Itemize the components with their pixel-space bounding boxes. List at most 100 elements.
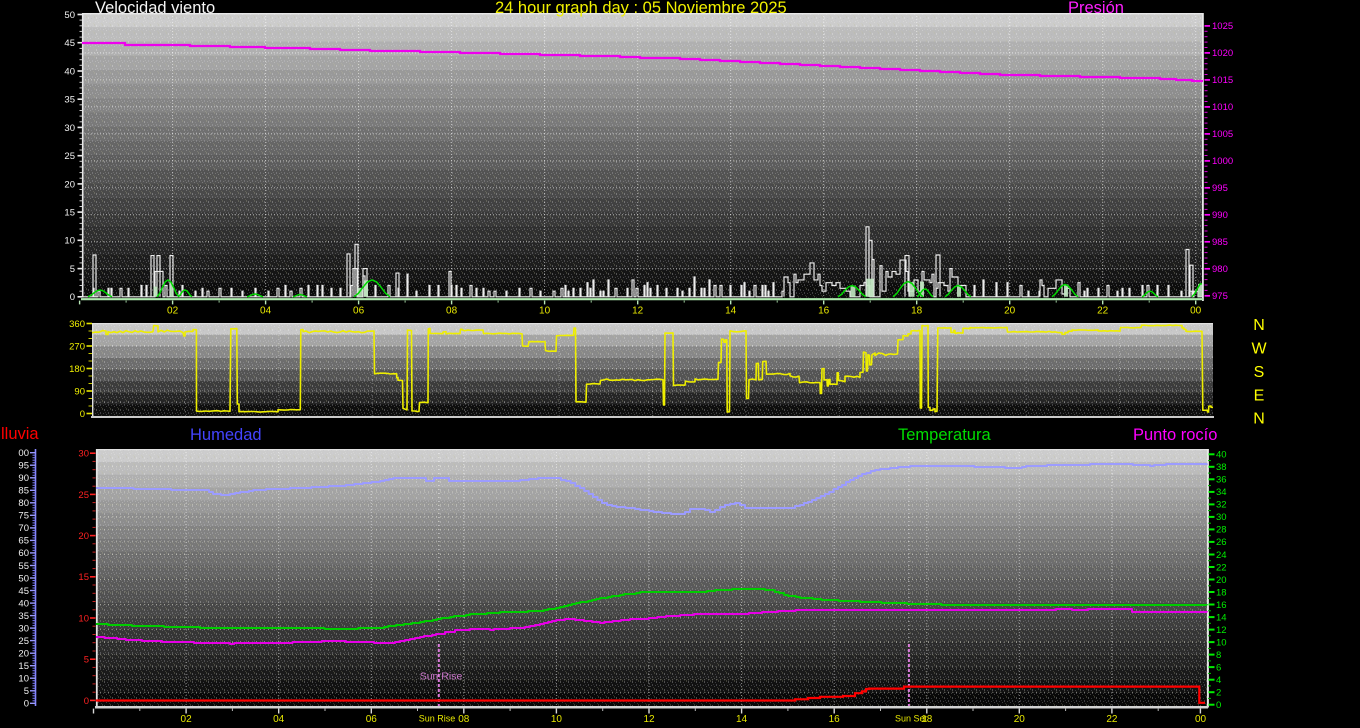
svg-text:995: 995	[1212, 183, 1228, 194]
svg-text:W: W	[1251, 341, 1267, 358]
svg-text:15: 15	[64, 208, 75, 219]
svg-text:Presión: Presión	[1068, 0, 1124, 17]
svg-text:18: 18	[1216, 587, 1227, 598]
svg-text:6: 6	[1216, 662, 1221, 673]
svg-text:20: 20	[1014, 714, 1026, 725]
svg-text:04: 04	[260, 306, 272, 317]
svg-text:45: 45	[18, 586, 29, 597]
svg-text:16: 16	[829, 714, 841, 725]
svg-text:80: 80	[18, 498, 29, 509]
svg-text:Humedad: Humedad	[190, 426, 262, 444]
svg-text:24: 24	[1216, 550, 1227, 561]
svg-text:32: 32	[1216, 500, 1227, 511]
svg-text:10: 10	[1216, 637, 1227, 648]
svg-text:12: 12	[632, 306, 644, 317]
svg-text:22: 22	[1216, 562, 1227, 573]
svg-text:26: 26	[1216, 537, 1227, 548]
svg-text:20: 20	[18, 649, 29, 660]
svg-text:06: 06	[353, 306, 365, 317]
svg-text:12: 12	[1216, 625, 1227, 636]
svg-text:1025: 1025	[1212, 21, 1233, 32]
svg-text:N: N	[1253, 411, 1265, 428]
svg-text:45: 45	[64, 38, 75, 49]
svg-text:lluvia: lluvia	[1, 425, 39, 443]
svg-text:25: 25	[64, 151, 75, 162]
svg-text:990: 990	[1212, 210, 1228, 221]
svg-text:90: 90	[18, 473, 29, 484]
svg-text:Velocidad viento: Velocidad viento	[95, 0, 215, 17]
svg-text:38: 38	[1216, 462, 1227, 473]
svg-text:02: 02	[181, 714, 193, 725]
svg-text:10: 10	[539, 306, 551, 317]
svg-text:35: 35	[18, 611, 29, 622]
svg-text:50: 50	[18, 573, 29, 584]
svg-text:270: 270	[69, 341, 85, 352]
svg-text:40: 40	[64, 66, 75, 77]
svg-text:0: 0	[70, 292, 75, 303]
svg-text:Punto rocío: Punto rocío	[1133, 426, 1217, 444]
svg-text:00: 00	[1195, 714, 1207, 725]
svg-text:22: 22	[1097, 306, 1109, 317]
svg-text:00: 00	[18, 448, 29, 459]
svg-text:4: 4	[1216, 675, 1221, 686]
svg-text:1015: 1015	[1212, 75, 1233, 86]
svg-text:0: 0	[84, 696, 89, 707]
svg-text:10: 10	[18, 674, 29, 685]
svg-text:N: N	[1253, 317, 1265, 334]
svg-text:14: 14	[736, 714, 748, 725]
svg-text:75: 75	[18, 511, 29, 522]
svg-text:22: 22	[1106, 714, 1118, 725]
svg-text:10: 10	[551, 714, 563, 725]
svg-text:E: E	[1254, 387, 1265, 404]
svg-text:S: S	[1254, 364, 1265, 381]
svg-text:20: 20	[1216, 575, 1227, 586]
svg-text:30: 30	[64, 123, 75, 134]
svg-text:25: 25	[18, 636, 29, 647]
svg-text:16: 16	[818, 306, 830, 317]
svg-text:30: 30	[78, 449, 89, 460]
svg-text:00: 00	[1190, 306, 1202, 317]
svg-text:1010: 1010	[1212, 102, 1233, 113]
svg-text:360: 360	[69, 319, 85, 330]
svg-text:30: 30	[18, 623, 29, 634]
svg-text:90: 90	[74, 386, 85, 397]
svg-text:10: 10	[78, 613, 89, 624]
svg-text:20: 20	[78, 531, 89, 542]
svg-text:Temperatura: Temperatura	[898, 426, 991, 444]
svg-text:985: 985	[1212, 237, 1228, 248]
svg-text:95: 95	[18, 461, 29, 472]
svg-text:55: 55	[18, 561, 29, 572]
svg-text:5: 5	[24, 686, 29, 697]
svg-text:35: 35	[64, 95, 75, 106]
svg-text:0: 0	[1216, 700, 1221, 711]
svg-text:14: 14	[725, 306, 737, 317]
svg-text:2: 2	[1216, 688, 1221, 699]
svg-text:16: 16	[1216, 600, 1227, 611]
svg-text:180: 180	[69, 364, 85, 375]
svg-text:5: 5	[70, 264, 75, 275]
svg-text:36: 36	[1216, 475, 1227, 486]
svg-text:15: 15	[18, 661, 29, 672]
svg-text:85: 85	[18, 486, 29, 497]
svg-text:40: 40	[1216, 450, 1227, 461]
svg-text:70: 70	[18, 523, 29, 534]
svg-text:Sun Rise: Sun Rise	[420, 671, 463, 683]
svg-text:02: 02	[167, 306, 179, 317]
svg-text:60: 60	[18, 548, 29, 559]
svg-text:28: 28	[1216, 525, 1227, 536]
svg-text:20: 20	[1004, 306, 1016, 317]
svg-text:0: 0	[24, 699, 29, 710]
svg-text:12: 12	[643, 714, 655, 725]
svg-text:08: 08	[446, 306, 458, 317]
svg-text:40: 40	[18, 598, 29, 609]
svg-text:8: 8	[1216, 650, 1221, 661]
svg-text:24 hour graph day : 05 Noviemb: 24 hour graph day : 05 Noviembre 2025	[495, 0, 787, 17]
svg-text:980: 980	[1212, 264, 1228, 275]
svg-text:1005: 1005	[1212, 129, 1233, 140]
svg-text:30: 30	[1216, 512, 1227, 523]
svg-text:975: 975	[1212, 291, 1228, 302]
svg-text:18: 18	[911, 306, 923, 317]
svg-text:34: 34	[1216, 487, 1227, 498]
svg-text:20: 20	[64, 179, 75, 190]
svg-text:50: 50	[64, 10, 75, 21]
